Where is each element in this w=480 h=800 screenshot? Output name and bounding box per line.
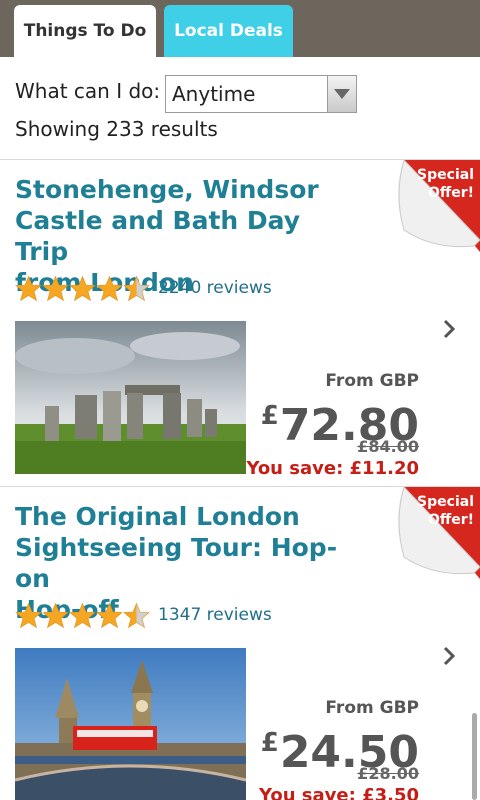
reviews-link[interactable]: 2240 reviews: [158, 278, 272, 298]
filter-label: What can I do:: [15, 79, 161, 103]
star-icon: [15, 275, 42, 302]
star-icon: [15, 602, 42, 629]
star-icon: [123, 275, 150, 302]
chevron-right-icon[interactable]: [442, 646, 456, 670]
listing-card[interactable]: Special Offer! Stonehenge, Windsor Castle…: [0, 160, 480, 486]
tab-things-to-do[interactable]: Things To Do: [14, 5, 156, 57]
price-from-label: From GBP: [325, 698, 419, 718]
scrollbar[interactable]: [472, 713, 477, 800]
original-price: £28.00: [357, 764, 419, 783]
special-offer-badge: Special Offer!: [364, 487, 480, 579]
star-icon: [96, 275, 123, 302]
star-icon: [42, 602, 69, 629]
tab-bar: Things To Do Local Deals: [0, 0, 480, 57]
original-price: £84.00: [357, 437, 419, 456]
tab-local-deals[interactable]: Local Deals: [164, 5, 293, 57]
stonehenge-photo[interactable]: [15, 321, 246, 474]
listing-card[interactable]: Special Offer! The Original London Sights…: [0, 487, 480, 800]
star-icon: [42, 275, 69, 302]
results-count: Showing 233 results: [15, 117, 218, 141]
star-icon: [69, 275, 96, 302]
chevron-right-icon[interactable]: [442, 319, 456, 343]
special-offer-badge: Special Offer!: [364, 160, 480, 252]
reviews-link[interactable]: 1347 reviews: [158, 605, 272, 625]
savings-text: You save: £3.50: [258, 785, 419, 800]
london-bridge-bus-photo[interactable]: [15, 648, 246, 800]
star-icon: [123, 602, 150, 629]
star-icon: [96, 602, 123, 629]
star-rating: [15, 602, 150, 629]
time-filter-value: Anytime: [172, 82, 256, 106]
time-filter-select[interactable]: Anytime: [165, 75, 357, 113]
price-from-label: From GBP: [325, 371, 419, 391]
star-icon: [69, 602, 96, 629]
star-rating: [15, 275, 150, 302]
savings-text: You save: £11.20: [246, 458, 419, 479]
dropdown-arrow-icon[interactable]: [327, 76, 356, 112]
